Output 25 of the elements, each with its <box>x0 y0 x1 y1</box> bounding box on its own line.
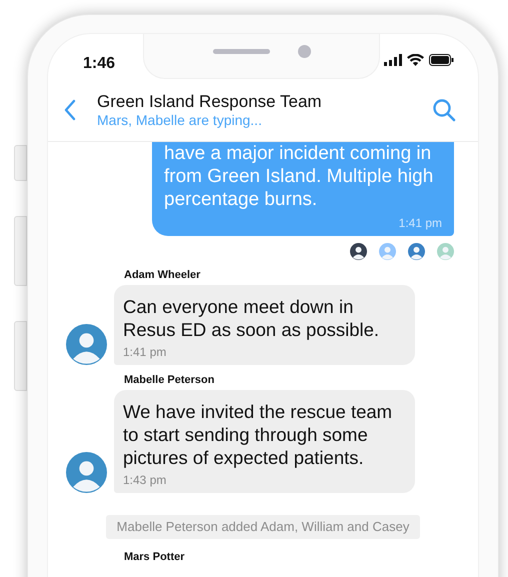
back-icon[interactable] <box>64 99 76 121</box>
message-time: 1:43 pm <box>123 472 168 489</box>
message-time: 1:41 pm <box>398 215 442 232</box>
avatar-icon <box>437 243 454 260</box>
sender-name: Mars Potter <box>124 550 185 564</box>
avatar-icon <box>350 243 367 260</box>
battery-icon <box>429 54 454 66</box>
message-text: Can everyone meet down in Resus ED as soon as possible. <box>123 295 380 341</box>
system-notice: Mabelle Peterson added Adam, William and Casey <box>106 515 420 538</box>
wifi-icon <box>407 54 424 66</box>
signal-icon <box>384 54 402 66</box>
avatar-icon <box>408 243 425 260</box>
message-time: 1:41 pm <box>123 344 168 361</box>
chat-title: Green Island Response Team <box>97 92 323 112</box>
avatar-icon <box>66 452 107 493</box>
message-text: have a major incident coming in from Green Island. Multiple high percentage burns. <box>164 142 434 211</box>
speaker-grille <box>212 49 270 54</box>
search-icon[interactable] <box>432 98 456 122</box>
message-text: We have invited the rescue team to start sending through some pictures of expected patients. <box>123 400 394 469</box>
avatar-icon <box>379 243 396 260</box>
sender-name: Adam Wheeler <box>124 268 202 282</box>
status-time: 1:46 <box>82 54 116 74</box>
avatar-icon <box>66 324 107 365</box>
typing-indicator: Mars, Mabelle are typing... <box>97 112 263 128</box>
sender-name: Mabelle Peterson <box>124 373 216 387</box>
